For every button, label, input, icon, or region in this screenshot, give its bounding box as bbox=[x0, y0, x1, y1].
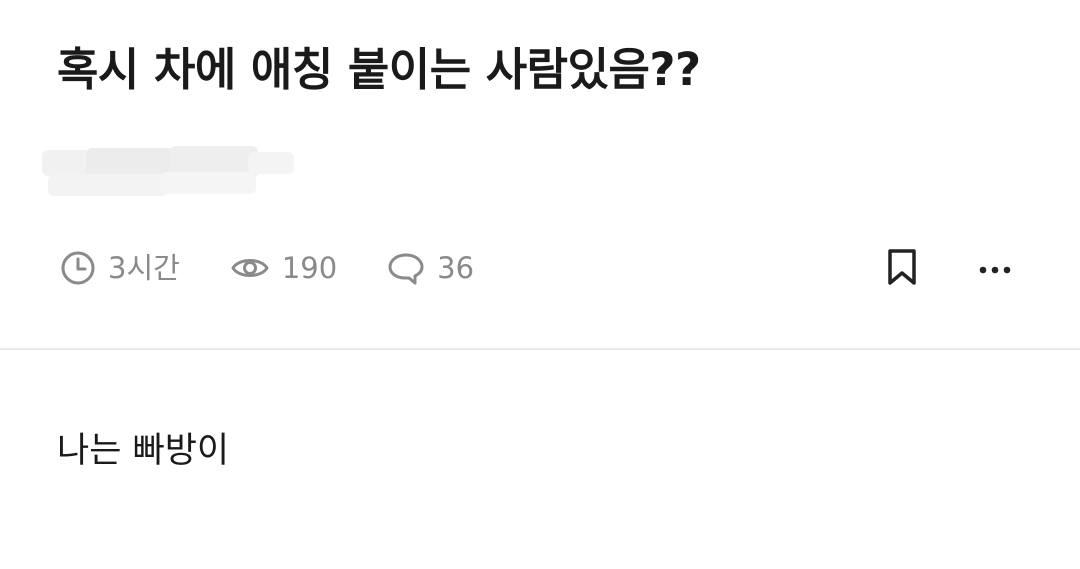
eye-icon bbox=[230, 250, 270, 286]
views-count: 190 bbox=[281, 251, 338, 285]
meta-time: 3시간 bbox=[60, 246, 180, 290]
more-options-button[interactable] bbox=[970, 249, 1020, 289]
more-dots-icon bbox=[978, 260, 1012, 279]
clock-icon bbox=[60, 250, 96, 286]
meta-views: 190 bbox=[230, 246, 337, 290]
bookmark-button[interactable] bbox=[882, 248, 922, 290]
time-label: 3시간 bbox=[108, 251, 180, 285]
post-title: 혹시 차에 애칭 붙이는 사람있음?? bbox=[57, 43, 701, 96]
meta-comments: 36 bbox=[387, 246, 474, 290]
post-body: 나는 빠방이 bbox=[57, 431, 230, 471]
bookmark-icon bbox=[885, 248, 919, 290]
post-meta: 3시간 190 36 bbox=[60, 246, 524, 290]
comment-icon bbox=[387, 250, 425, 286]
divider bbox=[0, 348, 1080, 350]
author-info-blurred bbox=[42, 144, 297, 198]
comments-count: 36 bbox=[437, 251, 475, 285]
